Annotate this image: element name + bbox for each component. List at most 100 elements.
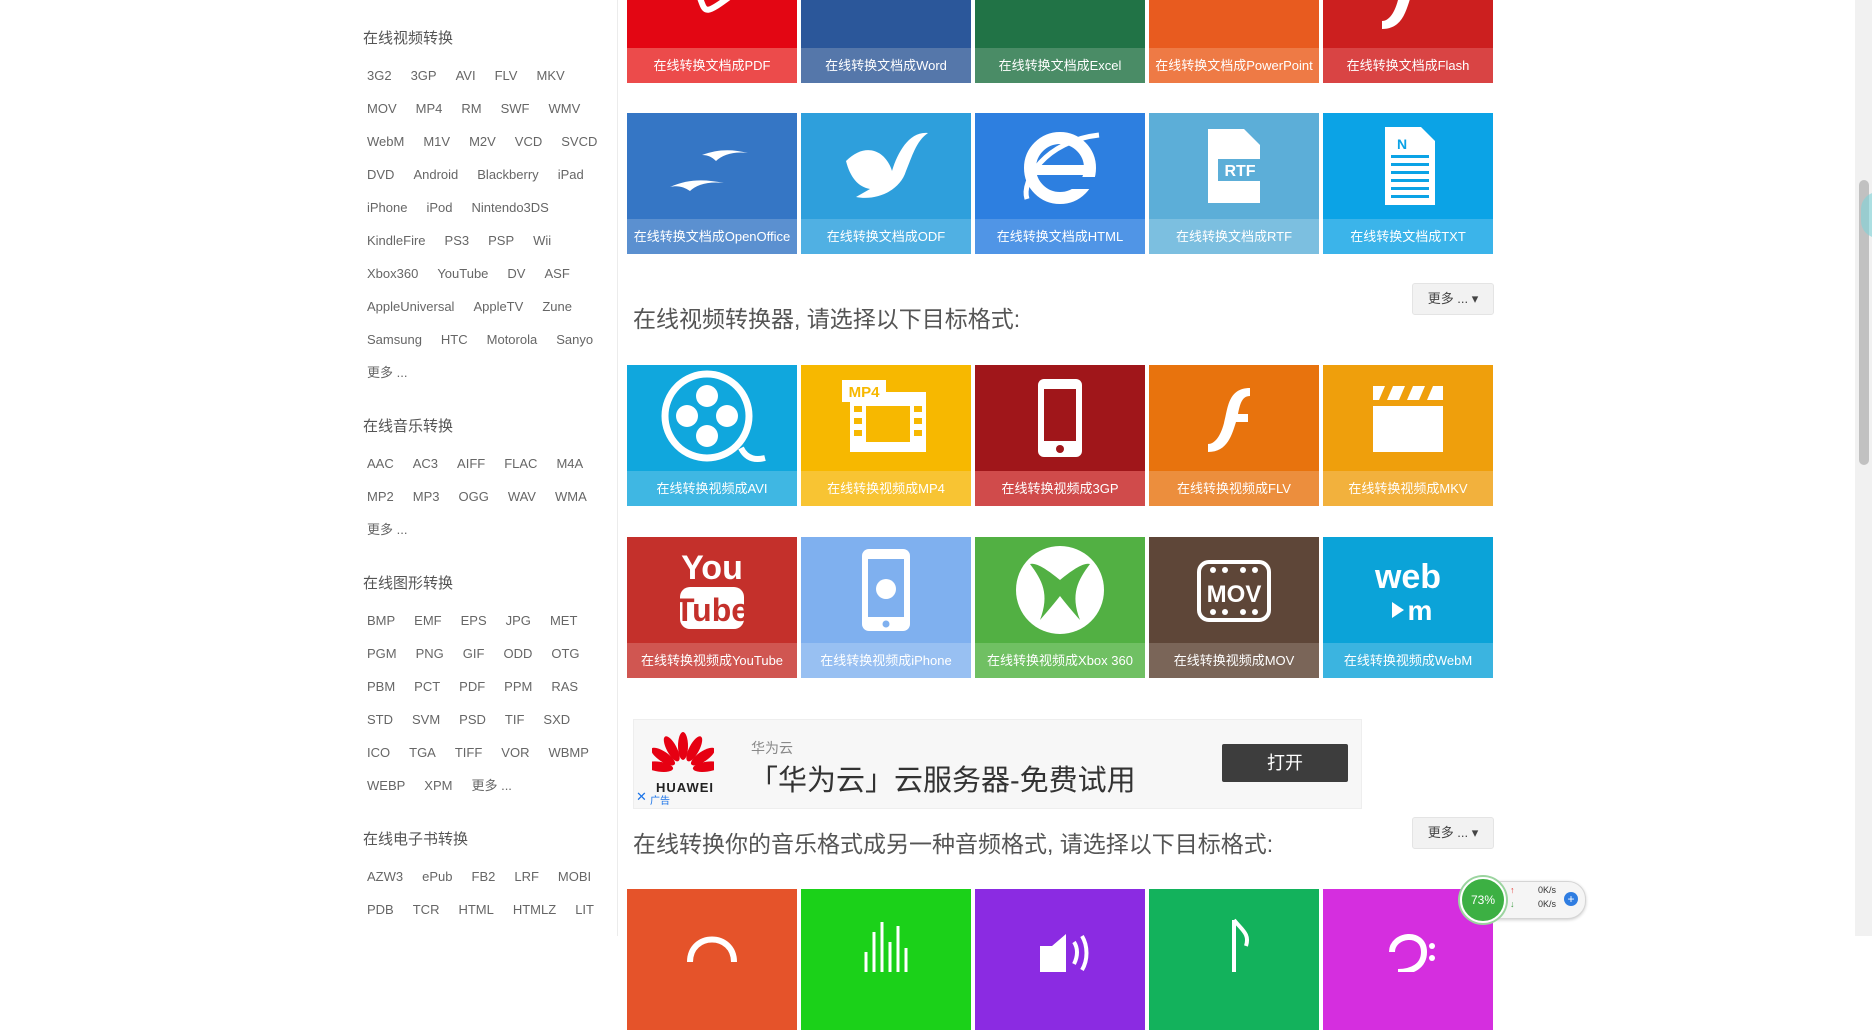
sidebar-format-link[interactable]: TIF: [501, 703, 529, 736]
sidebar-format-link[interactable]: MOBI: [554, 860, 595, 893]
sidebar-format-link[interactable]: Sanyo: [552, 323, 597, 356]
format-tile[interactable]: You Tube 在线转换视频成YouTube: [627, 537, 797, 678]
sidebar-format-link[interactable]: AVI: [452, 59, 480, 92]
video-more-button[interactable]: 更多 ... ▾: [1412, 283, 1494, 315]
sidebar-format-link[interactable]: STD: [363, 703, 397, 736]
sidebar-format-link[interactable]: PDB: [363, 893, 398, 926]
sidebar-format-link[interactable]: AC3: [409, 447, 442, 480]
sidebar-format-link[interactable]: MKV: [532, 59, 568, 92]
sidebar-format-link[interactable]: LIT: [571, 893, 598, 926]
audio-more-button[interactable]: 更多 ... ▾: [1412, 817, 1494, 849]
sidebar-format-link[interactable]: Wii: [529, 224, 555, 257]
format-tile[interactable]: [975, 889, 1145, 1030]
sidebar-format-link[interactable]: SXD: [539, 703, 574, 736]
sidebar-format-link[interactable]: VOR: [497, 736, 533, 769]
sidebar-format-link[interactable]: MP4: [412, 92, 447, 125]
sidebar-format-link[interactable]: DVD: [363, 158, 398, 191]
sidebar-format-link[interactable]: M2V: [465, 125, 500, 158]
sidebar-format-link[interactable]: PSD: [455, 703, 490, 736]
sidebar-format-link[interactable]: MP3: [409, 480, 444, 513]
ad-banner[interactable]: HUAWEI 华为云 「华为云」云服务器-免费试用 打开 ✕ 广告: [633, 719, 1362, 809]
sidebar-format-link[interactable]: M1V: [419, 125, 454, 158]
sidebar-format-link[interactable]: WMV: [544, 92, 584, 125]
format-tile[interactable]: [627, 889, 797, 1030]
sidebar-format-link[interactable]: Android: [409, 158, 462, 191]
sidebar-format-link[interactable]: TCR: [409, 893, 444, 926]
format-tile[interactable]: 在线转换文档成PowerPoint: [1149, 0, 1319, 83]
format-tile[interactable]: 在线转换文档成PDF: [627, 0, 797, 83]
sidebar-format-link[interactable]: AZW3: [363, 860, 407, 893]
format-tile[interactable]: [1149, 889, 1319, 1030]
sidebar-format-link[interactable]: WBMP: [544, 736, 592, 769]
sidebar-format-link[interactable]: WebM: [363, 125, 408, 158]
sidebar-format-link[interactable]: 3G2: [363, 59, 396, 92]
sidebar-format-link[interactable]: 更多 ...: [363, 356, 411, 389]
format-tile[interactable]: 在线转换视频成MKV: [1323, 365, 1493, 506]
sidebar-format-link[interactable]: PBM: [363, 670, 399, 703]
sidebar-format-link[interactable]: OEB: [363, 926, 398, 936]
sidebar-format-link[interactable]: Zune: [538, 290, 576, 323]
sidebar-format-link[interactable]: SVCD: [557, 125, 601, 158]
sidebar-format-link[interactable]: ODD: [499, 637, 536, 670]
format-tile[interactable]: 在线转换文档成ODF: [801, 113, 971, 254]
sidebar-format-link[interactable]: WAV: [504, 480, 540, 513]
sidebar-format-link[interactable]: 更多 ...: [467, 769, 515, 802]
sidebar-format-link[interactable]: OGG: [454, 480, 492, 513]
sidebar-format-link[interactable]: Samsung: [363, 323, 426, 356]
sidebar-format-link[interactable]: ICO: [363, 736, 394, 769]
format-tile[interactable]: 在线转换文档成Word: [801, 0, 971, 83]
sidebar-format-link[interactable]: ASF: [540, 257, 573, 290]
sidebar-format-link[interactable]: DV: [503, 257, 529, 290]
sidebar-format-link[interactable]: MP2: [363, 480, 398, 513]
sidebar-format-link[interactable]: LRF: [510, 860, 543, 893]
sidebar-format-link[interactable]: FLV: [491, 59, 522, 92]
sidebar-format-link[interactable]: 3GP: [407, 59, 441, 92]
sidebar-format-link[interactable]: PDF: [455, 670, 489, 703]
sidebar-format-link[interactable]: AAC: [363, 447, 398, 480]
sidebar-format-link[interactable]: WEBP: [363, 769, 409, 802]
sidebar-format-link[interactable]: AIFF: [453, 447, 489, 480]
sidebar-format-link[interactable]: PGM: [363, 637, 401, 670]
sidebar-format-link[interactable]: PS3: [441, 224, 474, 257]
sidebar-format-link[interactable]: JPG: [502, 604, 535, 637]
ad-open-button[interactable]: 打开: [1222, 744, 1348, 782]
sidebar-format-link[interactable]: EPS: [457, 604, 491, 637]
sidebar-format-link[interactable]: TGA: [405, 736, 440, 769]
sidebar-format-link[interactable]: AppleUniversal: [363, 290, 458, 323]
sidebar-format-link[interactable]: WMA: [551, 480, 591, 513]
sidebar-format-link[interactable]: RM: [457, 92, 485, 125]
sidebar-format-link[interactable]: FB2: [468, 860, 500, 893]
sidebar-format-link[interactable]: Blackberry: [473, 158, 542, 191]
sidebar-format-link[interactable]: iPad: [554, 158, 588, 191]
sidebar-format-link[interactable]: PDF: [409, 926, 443, 936]
sidebar-format-link[interactable]: PNG: [412, 637, 448, 670]
sidebar-format-link[interactable]: EMF: [410, 604, 445, 637]
sidebar-format-link[interactable]: PML: [454, 926, 489, 936]
format-tile[interactable]: 在线转换视频成FLV: [1149, 365, 1319, 506]
sidebar-format-link[interactable]: XPM: [420, 769, 456, 802]
sidebar-format-link[interactable]: 更多 ...: [363, 513, 411, 546]
sidebar-format-link[interactable]: ePub: [418, 860, 456, 893]
sidebar-format-link[interactable]: SWF: [497, 92, 534, 125]
sidebar-format-link[interactable]: OTG: [547, 637, 583, 670]
ad-close-icon[interactable]: ✕: [636, 790, 647, 804]
format-tile[interactable]: RTF 在线转换文档成RTF: [1149, 113, 1319, 254]
network-speed-widget[interactable]: 73% ↑ ↓ 0K/s 0K/s +: [1460, 877, 1586, 923]
format-tile[interactable]: N 在线转换文档成TXT: [1323, 113, 1493, 254]
format-tile[interactable]: [801, 889, 971, 1030]
sidebar-format-link[interactable]: FLAC: [500, 447, 541, 480]
sidebar-format-link[interactable]: PCT: [410, 670, 444, 703]
format-tile[interactable]: 在线转换视频成3GP: [975, 365, 1145, 506]
format-tile[interactable]: 在线转换文档成HTML: [975, 113, 1145, 254]
format-tile[interactable]: 在线转换文档成Flash: [1323, 0, 1493, 83]
sidebar-format-link[interactable]: iPod: [422, 191, 456, 224]
sidebar-format-link[interactable]: AppleTV: [469, 290, 527, 323]
sidebar-format-link[interactable]: HTC: [437, 323, 472, 356]
sidebar-format-link[interactable]: GIF: [459, 637, 489, 670]
sidebar-format-link[interactable]: PPM: [500, 670, 536, 703]
sidebar-format-link[interactable]: Xbox360: [363, 257, 422, 290]
sidebar-format-link[interactable]: RB: [500, 926, 526, 936]
sidebar-format-link[interactable]: TIFF: [451, 736, 486, 769]
sidebar-format-link[interactable]: HTML: [454, 893, 497, 926]
format-tile[interactable]: 在线转换文档成Excel: [975, 0, 1145, 83]
